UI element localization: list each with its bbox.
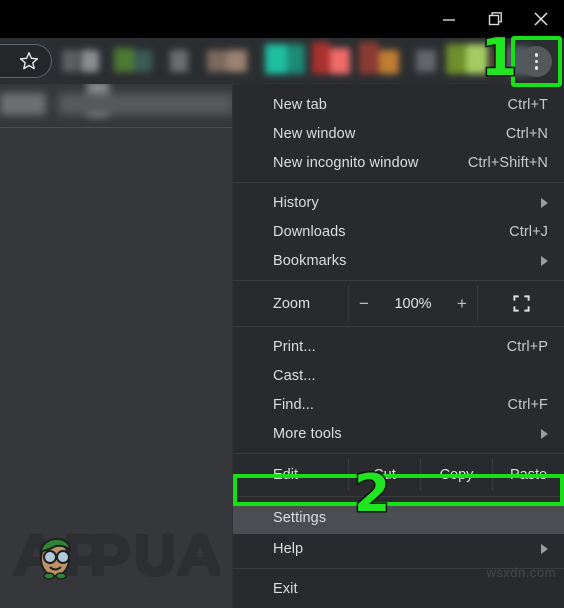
star-icon [18,50,40,72]
content-body [0,128,233,588]
zoom-out-button[interactable]: − [355,294,373,314]
menu-item-label: More tools [273,425,342,442]
chevron-right-icon [541,255,548,266]
menu-item-label: Help [273,540,304,557]
fullscreen-button[interactable] [478,286,564,321]
appuals-mascot-icon [39,538,72,580]
minimize-button[interactable] [426,0,472,38]
menu-item-label: Settings [273,510,327,526]
close-icon [530,8,552,30]
menu-item-shortcut: Ctrl+P [506,338,548,355]
menu-item-label: Exit [273,581,298,597]
menu-item-label: New window [273,125,356,142]
menu-separator [233,182,564,183]
menu-item-help[interactable]: Help [233,534,564,563]
chevron-right-icon [541,543,548,554]
zoom-label: Zoom [273,295,311,312]
menu-separator [233,453,564,454]
bookmark-star-button[interactable] [0,44,52,78]
menu-item-label: Print... [273,338,316,355]
menu-item-bookmarks[interactable]: Bookmarks [233,246,564,275]
menu-item-shortcut: Ctrl+N [505,125,548,142]
menu-item-label: Find... [273,396,314,413]
content-divider [0,127,233,128]
menu-item-more-tools[interactable]: More tools [233,419,564,448]
menu-button-highlight-box [511,36,562,87]
step-marker-1: 1 [479,28,518,88]
blurred-page-element-mid [58,93,234,115]
browser-main-menu: New tab Ctrl+T New window Ctrl+N New inc… [233,84,564,608]
menu-item-new-tab[interactable]: New tab Ctrl+T [233,90,564,119]
chevron-right-icon [541,197,548,208]
menu-item-label: History [273,194,319,211]
menu-separator [233,326,564,327]
menu-item-label: New tab [273,96,327,113]
menu-item-label: Cast... [273,367,316,384]
menu-item-shortcut: Ctrl+Shift+N [467,154,548,171]
menu-item-label: New incognito window [273,154,419,171]
close-button[interactable] [518,0,564,38]
menu-item-print[interactable]: Print... Ctrl+P [233,332,564,361]
menu-item-new-window[interactable]: New window Ctrl+N [233,119,564,148]
zoom-level-value: 100% [394,295,432,312]
zoom-in-button[interactable]: + [453,294,471,314]
restore-icon [485,9,505,29]
menu-item-label: Downloads [273,223,346,240]
browser-toolbar [0,38,564,84]
menu-separator [233,280,564,281]
blurred-extension-icons [62,38,522,84]
minimize-icon [439,9,459,29]
menu-item-new-incognito-window[interactable]: New incognito window Ctrl+Shift+N [233,148,564,177]
zoom-controls: − 100% + [348,286,478,321]
settings-highlight-box [233,474,564,506]
menu-item-history[interactable]: History [233,188,564,217]
source-watermark: wsxdn.com [486,565,556,580]
blurred-page-element-left [0,93,46,115]
menu-item-shortcut: Ctrl+F [507,396,548,413]
chevron-right-icon [541,428,548,439]
menu-item-shortcut: Ctrl+T [507,96,548,113]
appuals-logo [8,524,220,584]
menu-item-cast[interactable]: Cast... [233,361,564,390]
menu-item-downloads[interactable]: Downloads Ctrl+J [233,217,564,246]
menu-item-label: Bookmarks [273,252,347,269]
menu-item-find[interactable]: Find... Ctrl+F [233,390,564,419]
step-marker-2: 2 [352,464,391,524]
menu-row-zoom: Zoom − 100% + [233,286,564,321]
fullscreen-icon [512,294,531,313]
menu-item-shortcut: Ctrl+J [509,223,548,240]
menu-item-settings[interactable]: Settings [233,502,564,534]
window-title-bar [0,0,564,38]
